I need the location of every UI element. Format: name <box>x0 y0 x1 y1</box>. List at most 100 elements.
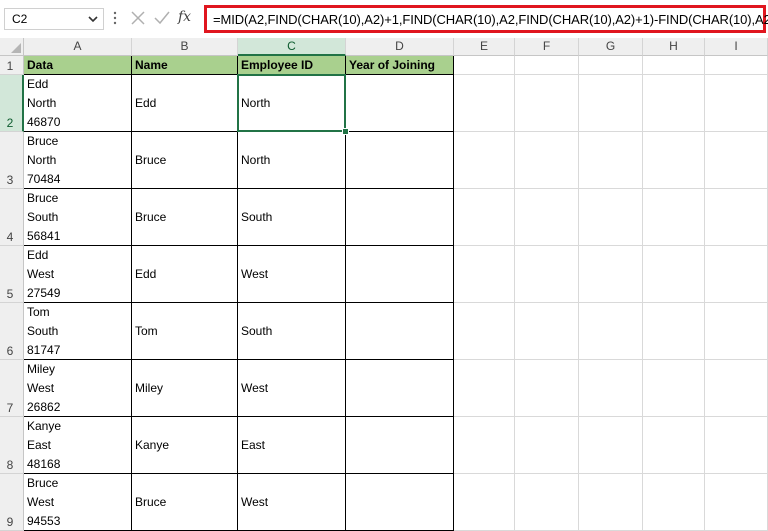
cell-g2[interactable] <box>579 75 643 132</box>
cell-h9[interactable] <box>643 474 705 531</box>
column-header-a[interactable]: A <box>24 38 132 56</box>
cell-g8[interactable] <box>579 417 643 474</box>
cell-e3[interactable] <box>454 132 515 189</box>
cell-e6[interactable] <box>454 303 515 360</box>
cell-i7[interactable] <box>705 360 768 417</box>
cell-e8[interactable] <box>454 417 515 474</box>
chevron-down-icon[interactable] <box>87 13 99 25</box>
cell-g4[interactable] <box>579 189 643 246</box>
cell-h4[interactable] <box>643 189 705 246</box>
name-box[interactable]: C2 <box>4 8 104 30</box>
cell-i8[interactable] <box>705 417 768 474</box>
cell-g6[interactable] <box>579 303 643 360</box>
cell-d6[interactable] <box>346 303 454 360</box>
table-header-cell[interactable]: Data <box>24 56 132 75</box>
column-header-g[interactable]: G <box>579 38 643 56</box>
row-header-4[interactable]: 4 <box>0 189 24 246</box>
cell-g3[interactable] <box>579 132 643 189</box>
cell-f8[interactable] <box>515 417 579 474</box>
cell-h3[interactable] <box>643 132 705 189</box>
cell-c3[interactable]: North <box>238 132 346 189</box>
cell-e9[interactable] <box>454 474 515 531</box>
cell-b3[interactable]: Bruce <box>132 132 238 189</box>
column-header-d[interactable]: D <box>346 38 454 56</box>
cell-b8[interactable]: Kanye <box>132 417 238 474</box>
cell-i1[interactable] <box>705 56 768 75</box>
cell-i3[interactable] <box>705 132 768 189</box>
cell-a5[interactable]: Edd West 27549 <box>24 246 132 303</box>
table-header-cell[interactable]: Employee ID <box>238 56 346 75</box>
cell-b7[interactable]: Miley <box>132 360 238 417</box>
cell-i9[interactable] <box>705 474 768 531</box>
row-header-9[interactable]: 9 <box>0 474 24 531</box>
cell-c6[interactable]: South <box>238 303 346 360</box>
cell-e2[interactable] <box>454 75 515 132</box>
cell-f9[interactable] <box>515 474 579 531</box>
enter-check-icon[interactable] <box>154 10 170 26</box>
row-header-5[interactable]: 5 <box>0 246 24 303</box>
row-header-7[interactable]: 7 <box>0 360 24 417</box>
column-header-e[interactable]: E <box>454 38 515 56</box>
row-header-8[interactable]: 8 <box>0 417 24 474</box>
cell-e5[interactable] <box>454 246 515 303</box>
cell-g7[interactable] <box>579 360 643 417</box>
cell-f2[interactable] <box>515 75 579 132</box>
cell-f3[interactable] <box>515 132 579 189</box>
cell-e4[interactable] <box>454 189 515 246</box>
cell-a6[interactable]: Tom South 81747 <box>24 303 132 360</box>
cell-f6[interactable] <box>515 303 579 360</box>
cell-f4[interactable] <box>515 189 579 246</box>
table-header-cell[interactable]: Name <box>132 56 238 75</box>
select-all-button[interactable] <box>0 38 24 56</box>
row-header-1[interactable]: 1 <box>0 56 24 75</box>
cell-f5[interactable] <box>515 246 579 303</box>
cell-h5[interactable] <box>643 246 705 303</box>
cell-h2[interactable] <box>643 75 705 132</box>
cell-g5[interactable] <box>579 246 643 303</box>
cell-d7[interactable] <box>346 360 454 417</box>
row-header-2[interactable]: 2 <box>0 75 24 132</box>
formula-input[interactable]: =MID(A2,FIND(CHAR(10),A2)+1,FIND(CHAR(10… <box>204 5 768 33</box>
table-header-cell[interactable]: Year of Joining <box>346 56 454 75</box>
column-header-c[interactable]: C <box>238 38 346 56</box>
column-header-b[interactable]: B <box>132 38 238 56</box>
cell-f7[interactable] <box>515 360 579 417</box>
cell-i2[interactable] <box>705 75 768 132</box>
column-header-i[interactable]: I <box>705 38 768 56</box>
cell-b9[interactable]: Bruce <box>132 474 238 531</box>
cell-d9[interactable] <box>346 474 454 531</box>
cell-a8[interactable]: Kanye East 48168 <box>24 417 132 474</box>
cell-f1[interactable] <box>515 56 579 75</box>
cell-g1[interactable] <box>579 56 643 75</box>
cancel-icon[interactable] <box>130 10 146 26</box>
cell-i5[interactable] <box>705 246 768 303</box>
cell-e1[interactable] <box>454 56 515 75</box>
cell-c8[interactable]: East <box>238 417 346 474</box>
cell-d8[interactable] <box>346 417 454 474</box>
cell-i6[interactable] <box>705 303 768 360</box>
cell-c2[interactable]: North <box>238 75 346 132</box>
cell-b5[interactable]: Edd <box>132 246 238 303</box>
cell-g9[interactable] <box>579 474 643 531</box>
cell-a7[interactable]: Miley West 26862 <box>24 360 132 417</box>
cell-e7[interactable] <box>454 360 515 417</box>
cell-h1[interactable] <box>643 56 705 75</box>
cell-d2[interactable] <box>346 75 454 132</box>
cell-h8[interactable] <box>643 417 705 474</box>
cell-d4[interactable] <box>346 189 454 246</box>
more-options-icon[interactable] <box>113 10 117 26</box>
cell-a4[interactable]: Bruce South 56841 <box>24 189 132 246</box>
cell-c5[interactable]: West <box>238 246 346 303</box>
row-header-6[interactable]: 6 <box>0 303 24 360</box>
column-header-f[interactable]: F <box>515 38 579 56</box>
cell-i4[interactable] <box>705 189 768 246</box>
cell-c4[interactable]: South <box>238 189 346 246</box>
cell-b4[interactable]: Bruce <box>132 189 238 246</box>
cell-h7[interactable] <box>643 360 705 417</box>
row-header-3[interactable]: 3 <box>0 132 24 189</box>
cell-c7[interactable]: West <box>238 360 346 417</box>
cell-b2[interactable]: Edd <box>132 75 238 132</box>
cell-c9[interactable]: West <box>238 474 346 531</box>
cell-d5[interactable] <box>346 246 454 303</box>
column-header-h[interactable]: H <box>643 38 705 56</box>
